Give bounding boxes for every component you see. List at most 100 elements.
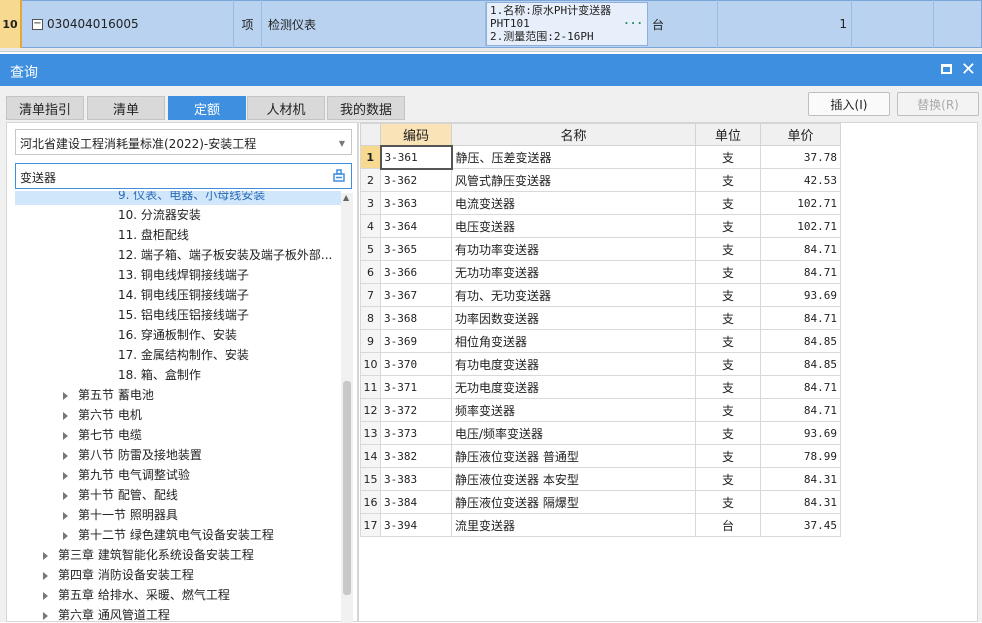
tree-item[interactable]: 15. 铝电线压铝接线端子 [15,305,341,325]
name-cell[interactable]: 无功电度变送器 [451,375,696,399]
expand-arrow-icon[interactable] [43,611,48,620]
price-cell[interactable]: 84.31 [760,467,841,491]
expand-arrow-icon[interactable] [43,551,48,560]
table-row[interactable]: 4 3-364 电压变送器支 102.71 [360,214,841,238]
name-cell[interactable]: 有功、无功变送器 [451,283,696,307]
tree-item[interactable]: 14. 铜电线压铜接线端子 [15,285,341,305]
type-cell[interactable]: 项 [234,0,262,48]
unit-cell[interactable]: 支 [695,214,761,238]
unit-cell[interactable]: 支 [695,145,761,169]
unit-cell[interactable]: 支 [695,444,761,468]
name-cell[interactable]: 静压液位变送器 普通型 [451,444,696,468]
price-cell[interactable]: 84.71 [760,398,841,422]
unit-cell[interactable]: 支 [695,306,761,330]
tab-quota[interactable]: 定额 [168,96,246,120]
unit-cell[interactable]: 支 [695,375,761,399]
insert-button[interactable]: 插入(I) [808,92,890,116]
price-cell[interactable]: 84.71 [760,237,841,261]
unit-cell[interactable]: 支 [695,260,761,284]
tree-item[interactable]: 第十一节 照明器具 [15,505,341,525]
code-cell[interactable]: 3-361 [379,144,453,170]
price-cell[interactable]: 37.78 [760,145,841,169]
table-row[interactable]: 13 3-373 电压/频率变送器支 93.69 [360,421,841,445]
close-icon[interactable]: ✕ [961,59,976,80]
code-cell[interactable]: 3-384 [380,490,452,514]
name-cell[interactable]: 风管式静压变送器 [451,168,696,192]
price-cell[interactable]: 84.71 [760,375,841,399]
expand-arrow-icon[interactable] [63,491,68,500]
tree-item[interactable]: 第八节 防雷及接地装置 [15,445,341,465]
unit-cell[interactable]: 台 [695,513,761,537]
more-icon[interactable]: ··· [623,17,643,30]
unit-cell[interactable]: 台 [648,0,718,48]
table-row[interactable]: 3 3-363 电流变送器支 102.71 [360,191,841,215]
table-row[interactable]: 5 3-365 有功功率变送器支 84.71 [360,237,841,261]
code-cell[interactable]: 3-394 [380,513,452,537]
code-cell[interactable]: 3-369 [380,329,452,353]
unit-cell[interactable]: 支 [695,168,761,192]
scroll-thumb[interactable] [343,381,351,595]
table-row[interactable]: 8 3-368 功率因数变送器支 84.71 [360,306,841,330]
collapse-icon[interactable]: − [32,18,43,30]
dialog-titlebar[interactable]: 查询 ✕ [0,54,982,86]
code-cell[interactable]: 3-365 [380,237,452,261]
price-cell[interactable]: 42.53 [760,168,841,192]
code-cell[interactable]: 3-363 [380,191,452,215]
tree-item[interactable]: 18. 箱、盒制作 [15,365,341,385]
code-cell[interactable]: 3-366 [380,260,452,284]
tree-item[interactable]: 第九节 电气调整试验 [15,465,341,485]
name-cell[interactable]: 频率变送器 [451,398,696,422]
name-cell[interactable]: 电流变送器 [451,191,696,215]
name-cell[interactable]: 有功电度变送器 [451,352,696,376]
chevron-down-icon[interactable]: ▼ [339,139,345,148]
name-cell[interactable]: 检测仪表 [262,0,486,48]
expand-arrow-icon[interactable] [63,431,68,440]
tree-item[interactable]: 第十节 配管、配线 [15,485,341,505]
expand-arrow-icon[interactable] [63,471,68,480]
table-row[interactable]: 2 3-362 风管式静压变送器支 42.53 [360,168,841,192]
price-cell[interactable]: 84.71 [760,260,841,284]
price-cell[interactable]: 102.71 [760,214,841,238]
code-cell[interactable]: 3-372 [380,398,452,422]
table-row[interactable]: 14 3-382 静压液位变送器 普通型支 78.99 [360,444,841,468]
tab-bill[interactable]: 清单 [87,96,165,120]
name-cell[interactable]: 相位角变送器 [451,329,696,353]
price-cell[interactable]: 93.69 [760,421,841,445]
table-row[interactable]: 12 3-372 频率变送器支 84.71 [360,398,841,422]
price-cell[interactable]: 84.71 [760,306,841,330]
code-cell[interactable]: 3-371 [380,375,452,399]
tree-item[interactable]: 第六节 电机 [15,405,341,425]
expand-arrow-icon[interactable] [43,591,48,600]
name-cell[interactable]: 流里变送器 [451,513,696,537]
name-cell[interactable]: 功率因数变送器 [451,306,696,330]
price-cell[interactable]: 78.99 [760,444,841,468]
replace-button[interactable]: 替换(R) [897,92,979,116]
unit-cell[interactable]: 支 [695,237,761,261]
tree-item[interactable]: 17. 金属结构制作、安装 [15,345,341,365]
tree-item[interactable]: 第六章 通风管道工程 [15,605,341,623]
expand-arrow-icon[interactable] [63,391,68,400]
price-cell[interactable]: 84.85 [760,352,841,376]
code-cell[interactable]: 3-362 [380,168,452,192]
header-code[interactable]: 编码 [380,123,452,146]
quota-tree[interactable]: 9. 仪表、电器、小母线安装 10. 分流器安装 11. 盘柜配线 12. 端子箱、端… [15,191,341,623]
maximize-icon[interactable] [941,64,952,74]
table-row[interactable]: 17 3-394 流里变送器台 37.45 [360,513,841,537]
tree-item[interactable]: 第四章 消防设备安装工程 [15,565,341,585]
name-cell[interactable]: 静压、压差变送器 [451,145,696,169]
price-cell[interactable]: 84.85 [760,329,841,353]
tree-item[interactable]: 11. 盘柜配线 [15,225,341,245]
code-cell[interactable]: 3-383 [380,467,452,491]
table-row[interactable]: 10 3-370 有功电度变送器支 84.85 [360,352,841,376]
tab-bill-guide[interactable]: 清单指引 [6,96,84,120]
expand-arrow-icon[interactable] [63,531,68,540]
name-cell[interactable]: 电压/频率变送器 [451,421,696,445]
table-row[interactable]: 16 3-384 静压液位变送器 隔爆型支 84.31 [360,490,841,514]
price-cell[interactable]: 37.45 [760,513,841,537]
tree-item[interactable]: 13. 铜电线焊铜接线端子 [15,265,341,285]
name-cell[interactable]: 静压液位变送器 隔爆型 [451,490,696,514]
empty-cell[interactable] [852,0,934,48]
code-cell[interactable]: 3-373 [380,421,452,445]
table-row[interactable]: 6 3-366 无功功率变送器支 84.71 [360,260,841,284]
table-row[interactable]: 1 3-361 静压、压差变送器支 37.78 [360,144,841,170]
